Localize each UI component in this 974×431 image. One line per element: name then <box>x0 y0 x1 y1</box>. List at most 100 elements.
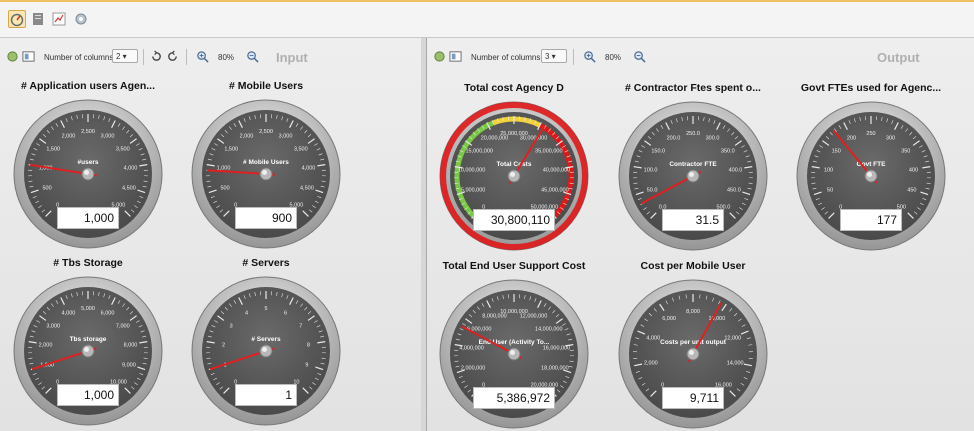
gauge-tick-label: 15,000,000 <box>465 149 493 155</box>
gauge-widget[interactable]: # Contractor Ftes spent o... 0.0 50.0 100.0… <box>613 82 773 251</box>
gauge-title: Total End User Support Cost <box>442 260 586 272</box>
gauge-tick-label: 4,000,000 <box>459 345 483 351</box>
gauge-value-field: 1,000 <box>57 207 119 229</box>
gauge-tick-label: 1,500 <box>224 147 238 153</box>
gauge-tick-label: 7,000 <box>116 324 130 330</box>
columns-select-value: 3 <box>545 52 550 61</box>
columns-label: Number of columns <box>471 53 541 62</box>
gauge-tick-label: 5 <box>264 306 267 312</box>
toolbar-separator <box>186 49 187 65</box>
gauge-value-field: 900 <box>235 207 297 229</box>
gauge-tick-label: 2,000 <box>644 360 658 366</box>
gauge-tick-label: 40,000,000 <box>543 167 571 173</box>
gauge-tick-label: 8,000 <box>686 309 700 315</box>
settings-icon[interactable] <box>72 10 90 28</box>
gauge-tick-label: 350.0 <box>721 149 735 155</box>
gauge-widget[interactable]: Cost per Mobile User 0 2,000 4,000 6,000 8,00… <box>613 260 773 429</box>
gauge-hub-highlight <box>689 172 694 177</box>
gauge-tick-label: 6 <box>284 311 287 317</box>
gauge-center-label: #users <box>78 159 99 166</box>
rotate-left-icon[interactable] <box>150 50 163 63</box>
gauge-value-field: 1 <box>235 384 297 406</box>
toolbar-separator <box>143 49 144 65</box>
zoom-in-icon[interactable] <box>583 50 596 63</box>
zoom-in-icon[interactable] <box>196 50 209 63</box>
gauge-hub-highlight <box>867 172 872 177</box>
gauge-value-field: 31.5 <box>662 209 724 231</box>
chart-icon[interactable] <box>50 10 68 28</box>
gauge-tick-label: 4,000 <box>302 165 316 171</box>
gauge-tick-label: 3,500 <box>294 147 308 153</box>
document-icon[interactable] <box>29 10 47 28</box>
columns-select-value: 2 <box>116 52 121 61</box>
gauge-widget[interactable]: # Tbs Storage01,0002,0003,0004,0005,0006… <box>8 257 168 426</box>
output-panel-title: Output <box>877 50 920 65</box>
gauge-widget[interactable]: Total cost Agency D 0 5,000,000 10,000,000 1… <box>434 82 594 251</box>
gauge-tick-label: 3,000 <box>101 134 115 140</box>
columns-select[interactable]: 2 ▾ <box>112 49 138 63</box>
gauge-tick-label: 450.0 <box>727 187 741 193</box>
columns-label: Number of columns <box>44 53 114 62</box>
gauge-add-icon[interactable] <box>6 50 19 63</box>
gauge-tick-label: 4,000 <box>62 311 76 317</box>
gauge-tick-label: 18,000,000 <box>541 365 569 371</box>
gauge-tick-label: 2,500 <box>81 129 95 135</box>
gauge-tick-label: 150.0 <box>651 149 665 155</box>
gauge-hub-highlight <box>84 347 89 352</box>
gauge-tick-label: 350 <box>901 149 910 155</box>
gauge-title: Cost per Mobile User <box>640 260 746 272</box>
gauge-widget[interactable]: Govt FTEs used for Agenc... 0 50 100 150 200 2… <box>791 82 951 251</box>
gauge-tick-label: 200.0 <box>667 136 681 142</box>
gauge-title: # Tbs Storage <box>53 257 123 269</box>
zoom-level: 80% <box>218 53 235 62</box>
gauge-center-label: Total Costs <box>497 161 532 168</box>
gauge-tick-label: 8 <box>307 342 310 348</box>
toolbar-separator <box>573 49 574 65</box>
gauge-tick-label: 2,000 <box>240 134 254 140</box>
gauge-hub-highlight <box>689 350 694 355</box>
columns-select[interactable]: 3 ▾ <box>541 49 567 63</box>
zoom-out-icon[interactable] <box>633 50 646 63</box>
gauge-title: # Application users Agen... <box>21 80 155 92</box>
zoom-out-icon[interactable] <box>246 50 259 63</box>
gauge-tick-label: 3,000 <box>46 324 60 330</box>
gauge-tick-label: 9 <box>305 362 308 368</box>
gauge-tick-label: 5,000,000 <box>461 187 485 193</box>
gauge-view-icon[interactable] <box>8 10 26 28</box>
gauge-tick-label: 14,000 <box>727 360 744 366</box>
gauge-widget[interactable]: # Servers012345678910# Servers1 <box>186 257 346 426</box>
gauge-tick-label: 4 <box>245 311 248 317</box>
output-panel: Number of columns 3 ▾ 80% Output Total c… <box>426 38 974 431</box>
layout-icon[interactable] <box>22 50 35 63</box>
rotate-right-icon[interactable] <box>166 50 179 63</box>
gauge-value-field: 30,800,110 <box>473 209 555 231</box>
gauge-tick-label: 4,000 <box>646 336 660 342</box>
gauge-title: # Contractor Ftes spent o... <box>625 82 761 94</box>
gauge-tick-label: 2,000,000 <box>461 365 485 371</box>
gauge-widget[interactable]: Total End User Support Cost 0 2,000,000 4,0… <box>434 260 594 429</box>
gauge-tick-label: 500 <box>221 185 230 191</box>
gauge-tick-label: 8,000 <box>124 342 138 348</box>
gauge-tick-label: 30,000,000 <box>520 136 548 142</box>
gauge-tick-label: 250.0 <box>686 131 700 137</box>
gauge-value-field: 9,711 <box>662 387 724 409</box>
gauge-title: Govt FTEs used for Agenc... <box>800 82 942 94</box>
gauge-tick-label: 5,000 <box>81 306 95 312</box>
gauge-hub-highlight <box>510 172 515 177</box>
gauge-tick-label: 45,000,000 <box>541 187 569 193</box>
gauge-widget[interactable]: # Application users Agen...05001,0001,50… <box>8 80 168 249</box>
gauge-center-label: # Mobile Users <box>243 159 289 166</box>
layout-icon[interactable] <box>449 50 462 63</box>
gauge-tick-label: 4,500 <box>300 185 314 191</box>
gauge-tick-label: 2 <box>222 342 225 348</box>
gauge-tick-label: 10,000,000 <box>458 167 486 173</box>
gauge-tick-label: 12,000 <box>724 336 741 342</box>
gauge-hub-highlight <box>262 347 267 352</box>
gauge-widget[interactable]: # Mobile Users 0 500 1,000 1,500 2,000 2,500 3,… <box>186 80 346 249</box>
gauge-tick-label: 400.0 <box>729 167 743 173</box>
gauge-add-icon[interactable] <box>433 50 446 63</box>
gauge-tick-label: 7 <box>299 324 302 330</box>
gauge-tick-label: 35,000,000 <box>535 149 563 155</box>
gauge-tick-label: 4,500 <box>122 185 136 191</box>
gauge-value-field: 1,000 <box>57 384 119 406</box>
